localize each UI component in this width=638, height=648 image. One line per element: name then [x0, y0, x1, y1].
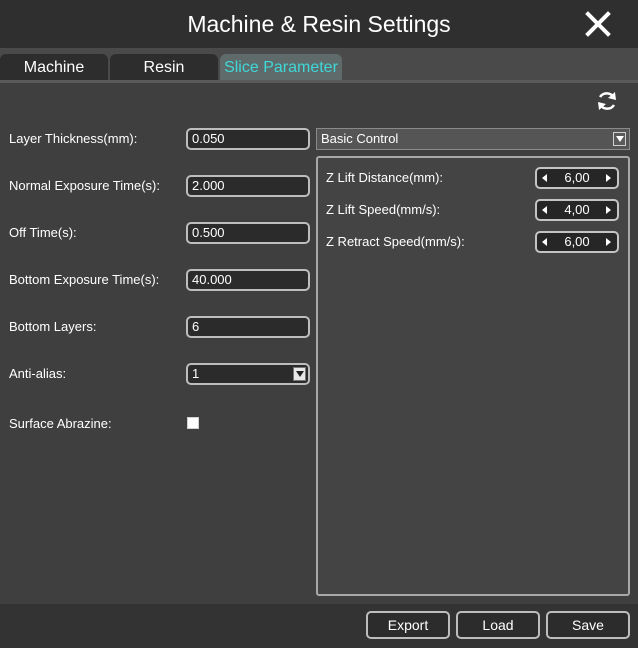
increment-arrow-icon[interactable]: [600, 233, 616, 251]
z-lift-distance-spinner[interactable]: 6,00: [535, 167, 619, 189]
anti-alias-value: 1: [192, 366, 200, 381]
bottom-exposure-label: Bottom Exposure Time(s):: [9, 272, 160, 287]
layer-thickness-input[interactable]: 0.050: [186, 128, 310, 150]
window-title: Machine & Resin Settings: [187, 11, 451, 37]
off-time-label: Off Time(s):: [9, 225, 77, 240]
surface-abrazine-label: Surface Abrazine:: [9, 416, 112, 431]
surface-abrazine-checkbox[interactable]: [187, 417, 199, 429]
control-mode-value: Basic Control: [321, 131, 399, 146]
tab-slice-parameter[interactable]: Slice Parameter: [220, 54, 342, 82]
control-panel: [316, 156, 630, 596]
normal-exposure-label: Normal Exposure Time(s):: [9, 178, 160, 193]
close-icon: [585, 11, 611, 37]
tab-machine[interactable]: Machine: [0, 54, 108, 82]
z-lift-speed-value: 4,00: [564, 202, 590, 217]
z-lift-distance-label: Z Lift Distance(mm):: [326, 170, 444, 185]
normal-exposure-input[interactable]: 2.000: [186, 175, 310, 197]
z-lift-speed-spinner[interactable]: 4,00: [535, 199, 619, 221]
save-button[interactable]: Save: [546, 611, 630, 639]
decrement-arrow-icon[interactable]: [538, 233, 554, 251]
bottom-layers-label: Bottom Layers:: [9, 319, 97, 334]
anti-alias-label: Anti-alias:: [9, 366, 67, 381]
bottom-exposure-input[interactable]: 40.000: [186, 269, 310, 291]
refresh-button[interactable]: [595, 89, 619, 113]
load-button[interactable]: Load: [456, 611, 540, 639]
z-retract-speed-value: 6,00: [564, 234, 590, 249]
chevron-down-icon: [613, 132, 626, 146]
chevron-down-icon: [293, 367, 306, 381]
z-lift-speed-label: Z Lift Speed(mm/s):: [326, 202, 441, 217]
layer-thickness-label: Layer Thickness(mm):: [9, 131, 138, 146]
increment-arrow-icon[interactable]: [600, 169, 616, 187]
footer-bar: [0, 604, 638, 648]
export-button[interactable]: Export: [366, 611, 450, 639]
z-lift-distance-value: 6,00: [564, 170, 590, 185]
tab-resin[interactable]: Resin: [110, 54, 218, 82]
control-mode-select[interactable]: Basic Control: [316, 128, 630, 150]
refresh-icon: [598, 92, 616, 110]
z-retract-speed-spinner[interactable]: 6,00: [535, 231, 619, 253]
z-retract-speed-label: Z Retract Speed(mm/s):: [326, 234, 465, 249]
close-button[interactable]: [584, 10, 612, 38]
decrement-arrow-icon[interactable]: [538, 201, 554, 219]
bottom-layers-input[interactable]: 6: [186, 316, 310, 338]
increment-arrow-icon[interactable]: [600, 201, 616, 219]
anti-alias-select[interactable]: 1: [186, 363, 310, 385]
decrement-arrow-icon[interactable]: [538, 169, 554, 187]
off-time-input[interactable]: 0.500: [186, 222, 310, 244]
